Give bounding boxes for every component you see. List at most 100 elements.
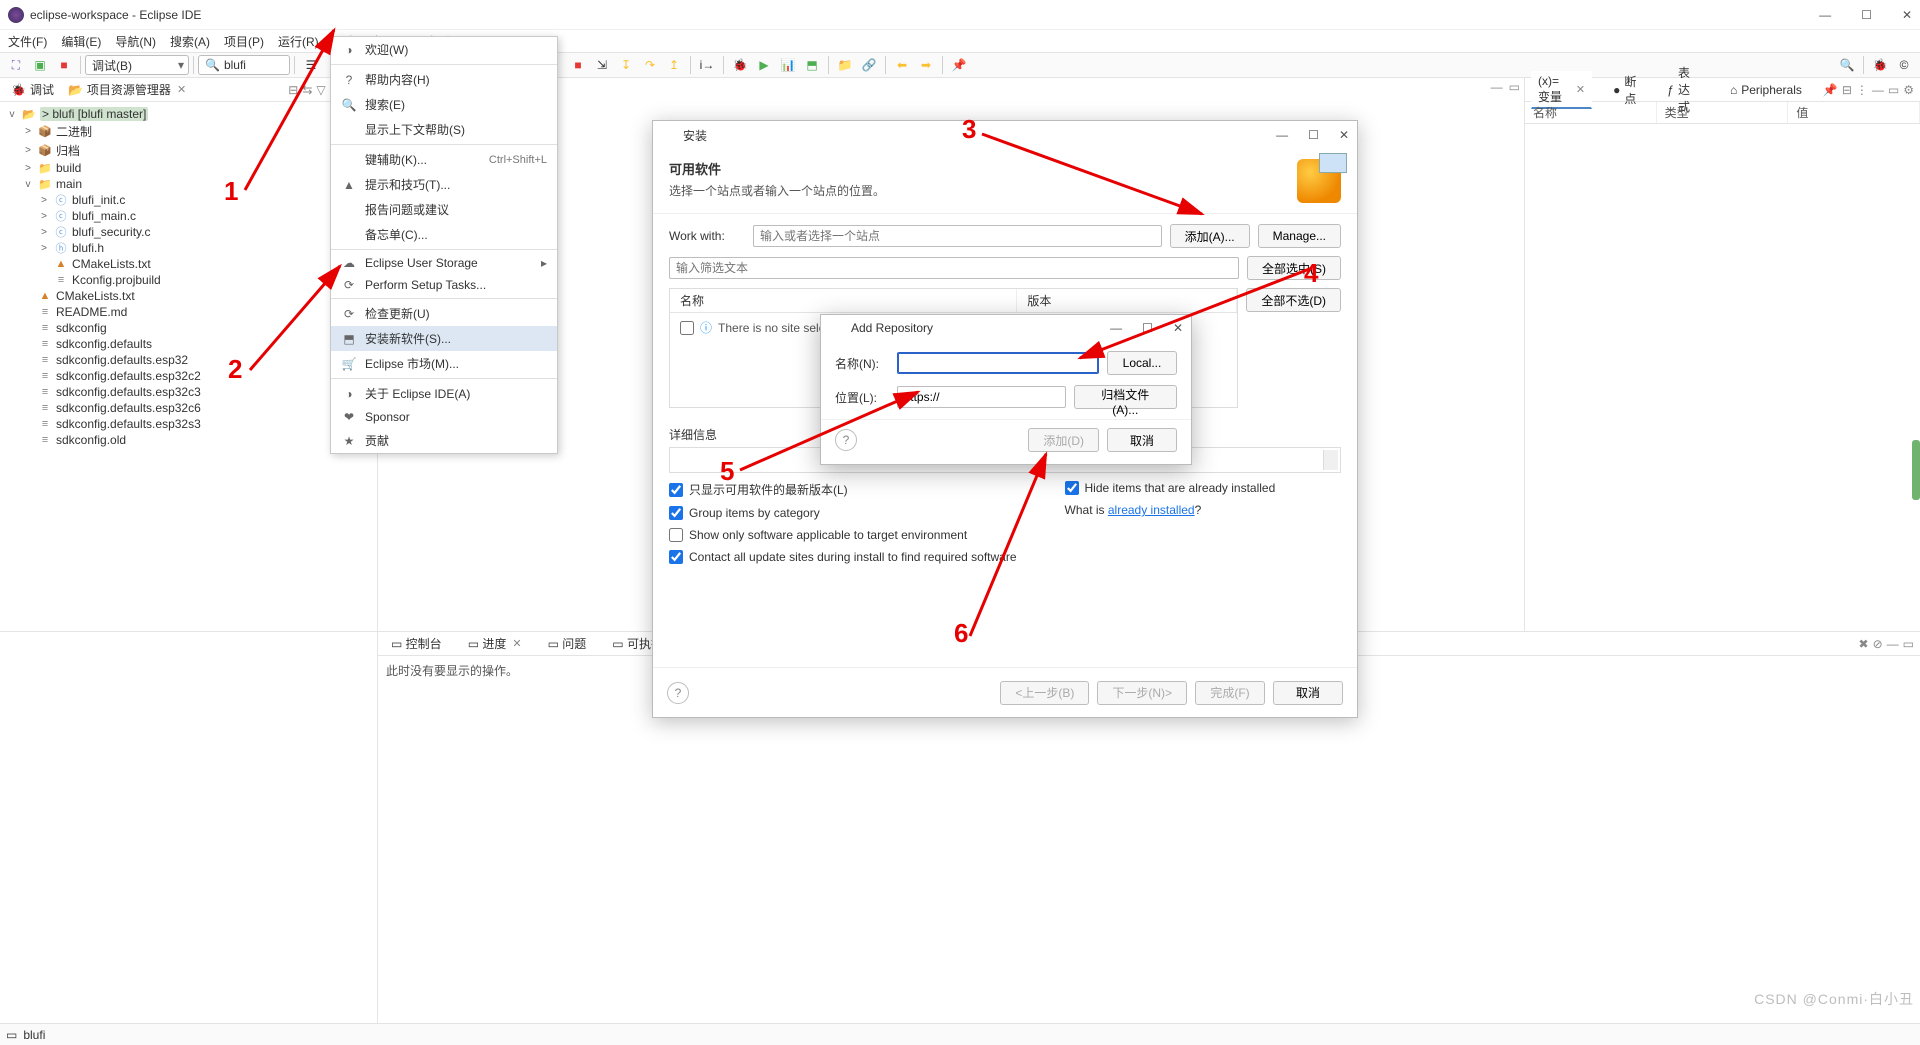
help-menu-item[interactable]: ⟳Perform Setup Tasks... — [331, 274, 557, 296]
stop-icon[interactable]: ■ — [54, 55, 74, 75]
install-icon[interactable]: ⬒ — [802, 55, 822, 75]
close-icon[interactable]: ✕ — [1576, 83, 1585, 96]
remove-all-icon[interactable]: ⊘ — [1873, 637, 1883, 651]
help-menu-item[interactable]: ⬒安装新软件(S)... — [331, 326, 557, 351]
dummy-checkbox[interactable] — [680, 321, 694, 335]
tree-node[interactable]: >ⓒblufi_main.c — [0, 208, 377, 224]
target-check[interactable]: Show only software applicable to target … — [669, 528, 1017, 542]
step-in-icon[interactable]: ↧ — [616, 55, 636, 75]
quick-access-search-icon[interactable]: 🔍 — [1837, 55, 1857, 75]
close-button[interactable]: ✕ — [1339, 128, 1349, 142]
pin-icon[interactable]: 📌 — [949, 55, 969, 75]
work-with-input[interactable] — [753, 225, 1162, 247]
minimize-view-icon[interactable]: — — [1872, 83, 1884, 97]
tree-node[interactable]: >ⓒblufi_security.c — [0, 224, 377, 240]
close-button[interactable]: ✕ — [1902, 8, 1912, 22]
asm-icon[interactable]: i→ — [697, 55, 717, 75]
link-editor-icon[interactable]: ⇆ — [302, 83, 312, 97]
play-icon[interactable]: ▶ — [754, 55, 774, 75]
col-value[interactable]: 值 — [1788, 102, 1920, 123]
tree-node[interactable]: ≡sdkconfig.defaults.esp32 — [0, 352, 377, 368]
project-tree[interactable]: v📂> blufi [blufi master]>📦二进制>📦归档>📁build… — [0, 102, 377, 631]
help-menu-item[interactable]: ☁Eclipse User Storage▸ — [331, 252, 557, 274]
quick-search-input[interactable]: 🔍 blufi — [198, 55, 290, 75]
repo-location-input[interactable] — [897, 386, 1066, 408]
minimize-button[interactable]: — — [1110, 321, 1122, 335]
filter-icon[interactable]: ▽ — [316, 83, 325, 97]
pin-icon[interactable]: 📌 — [1823, 83, 1838, 97]
help-menu-item[interactable]: 显示上下文帮助(S) — [331, 117, 557, 142]
help-menu-item[interactable]: ◑欢迎(W) — [331, 37, 557, 62]
help-menu-item[interactable]: 🛒Eclipse 市场(M)... — [331, 351, 557, 376]
terminate-icon[interactable]: ■ — [568, 55, 588, 75]
tree-node[interactable]: ≡Kconfig.projbuild — [0, 272, 377, 288]
tree-node[interactable]: ▲CMakeLists.txt — [0, 256, 377, 272]
console-tab[interactable]: ▭ 进度✕ — [461, 632, 529, 655]
tree-node[interactable]: >ⓗblufi.h — [0, 240, 377, 256]
tree-node[interactable]: ≡sdkconfig.defaults.esp32c6 — [0, 400, 377, 416]
tree-node[interactable]: ≡README.md — [0, 304, 377, 320]
step-out-icon[interactable]: ↥ — [664, 55, 684, 75]
link-icon[interactable]: 🔗 — [859, 55, 879, 75]
tree-node[interactable]: ≡sdkconfig.defaults.esp32c2 — [0, 368, 377, 384]
select-all-button[interactable]: 全部选中(S) — [1247, 256, 1341, 280]
profile-icon[interactable]: 📊 — [778, 55, 798, 75]
tree-node[interactable]: >ⓒblufi_init.c — [0, 192, 377, 208]
group-check[interactable]: Group items by category — [669, 506, 1017, 520]
tree-node[interactable]: v📁main — [0, 176, 377, 192]
tree-root[interactable]: v📂> blufi [blufi master] — [0, 106, 377, 122]
maximize-button[interactable]: ☐ — [1142, 321, 1153, 335]
tree-node[interactable]: >📦归档 — [0, 141, 377, 160]
filter-input[interactable] — [669, 257, 1239, 279]
collapse-all-icon[interactable]: ⊟ — [288, 83, 298, 97]
maximize-editor-icon[interactable]: ▭ — [1509, 80, 1520, 94]
help-menu-item[interactable]: ⟳检查更新(U) — [331, 301, 557, 326]
perspective-cpp-icon[interactable]: © — [1894, 55, 1914, 75]
bug-icon[interactable]: 🐞 — [730, 55, 750, 75]
forward-icon[interactable]: ➡ — [916, 55, 936, 75]
tree-node[interactable]: ≡sdkconfig.old — [0, 432, 377, 448]
maximize-button[interactable]: ☐ — [1861, 8, 1872, 22]
menu-item[interactable]: 运行(R) — [278, 33, 319, 50]
minimize-editor-icon[interactable]: — — [1491, 80, 1503, 94]
minimize-button[interactable]: — — [1276, 128, 1288, 142]
menu-item[interactable]: 项目(P) — [224, 33, 264, 50]
menu-item[interactable]: 搜索(A) — [170, 33, 210, 50]
settings-icon[interactable]: ⚙ — [1903, 83, 1914, 97]
repo-cancel-button[interactable]: 取消 — [1107, 428, 1177, 452]
minimize-button[interactable]: — — [1819, 8, 1831, 22]
help-menu-item[interactable]: ◑关于 Eclipse IDE(A) — [331, 381, 557, 406]
archive-button[interactable]: 归档文件(A)... — [1074, 385, 1177, 409]
close-icon[interactable]: ✕ — [177, 83, 186, 96]
maximize-view-icon[interactable]: ▭ — [1888, 83, 1899, 97]
col-name[interactable]: 名称 — [670, 289, 1017, 312]
help-icon[interactable]: ? — [667, 682, 689, 704]
tab-debug[interactable]: 🐞 调试 — [4, 78, 61, 101]
tree-node[interactable]: ≡sdkconfig.defaults.esp32c3 — [0, 384, 377, 400]
tree-node[interactable]: ≡sdkconfig — [0, 320, 377, 336]
deselect-all-button[interactable]: 全部不选(D) — [1246, 288, 1341, 312]
run-icon[interactable]: ▣ — [30, 55, 50, 75]
help-icon[interactable]: ? — [835, 429, 857, 451]
collapse-icon[interactable]: ⊟ — [1842, 83, 1852, 97]
col-version[interactable]: 版本 — [1017, 289, 1237, 312]
menu-item[interactable]: 编辑(E) — [61, 33, 101, 50]
step-over-icon[interactable]: ↷ — [640, 55, 660, 75]
contact-check[interactable]: Contact all update sites during install … — [669, 550, 1017, 564]
help-menu-item[interactable]: ?帮助内容(H) — [331, 67, 557, 92]
view-menu-icon[interactable]: ⋮ — [1856, 83, 1868, 97]
help-menu-item[interactable]: ★贡献 — [331, 428, 557, 453]
cancel-button[interactable]: 取消 — [1273, 681, 1343, 705]
tab-peripherals[interactable]: ⌂ Peripherals — [1723, 80, 1809, 100]
disconnect-icon[interactable]: ⇲ — [592, 55, 612, 75]
remove-icon[interactable]: ✖ — [1859, 637, 1869, 651]
local-button[interactable]: Local... — [1107, 351, 1177, 375]
repo-name-input[interactable] — [897, 352, 1099, 374]
tool-icon[interactable]: ☰ — [301, 55, 321, 75]
tree-node[interactable]: ≡sdkconfig.defaults — [0, 336, 377, 352]
hide-check[interactable]: Hide items that are already installed — [1065, 481, 1276, 495]
menu-item[interactable]: 文件(F) — [8, 33, 47, 50]
help-menu-item[interactable]: 键辅助(K)...Ctrl+Shift+L — [331, 147, 557, 172]
help-menu[interactable]: ◑欢迎(W)?帮助内容(H)🔍搜索(E)显示上下文帮助(S)键辅助(K)...C… — [330, 36, 558, 454]
help-menu-item[interactable]: 报告问题或建议 — [331, 197, 557, 222]
